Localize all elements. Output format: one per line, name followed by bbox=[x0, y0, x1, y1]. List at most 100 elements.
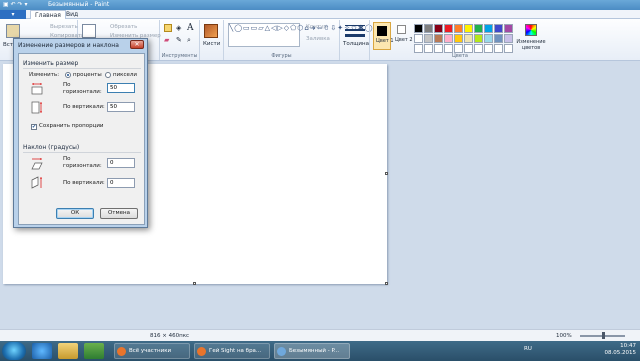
palette-swatch[interactable] bbox=[444, 24, 453, 33]
taskbar-task-1-label: Всё участники bbox=[129, 348, 172, 354]
crop-button[interactable]: Обрезать bbox=[110, 24, 137, 30]
zoom-slider-thumb[interactable] bbox=[602, 332, 605, 339]
palette-empty-swatch[interactable] bbox=[424, 44, 433, 53]
edit-colors-icon[interactable] bbox=[525, 24, 537, 36]
clock[interactable]: 10:47 08.05.2015 bbox=[605, 343, 637, 357]
palette-swatch[interactable] bbox=[424, 34, 433, 43]
pixels-radio[interactable] bbox=[105, 72, 111, 78]
paste-icon[interactable] bbox=[6, 24, 20, 38]
color1-button[interactable]: Цвет 1 bbox=[373, 22, 394, 50]
palette-swatch[interactable] bbox=[444, 34, 453, 43]
palette-swatch[interactable] bbox=[474, 24, 483, 33]
language-indicator[interactable]: RU bbox=[524, 346, 532, 352]
palette-empty-swatch[interactable] bbox=[474, 44, 483, 53]
taskbar-task-3-label: Безымянный - P... bbox=[289, 348, 340, 354]
palette-swatch[interactable] bbox=[474, 34, 483, 43]
palette-empty-swatch[interactable] bbox=[484, 44, 493, 53]
resize-separator bbox=[23, 68, 141, 69]
edit-colors-button[interactable]: Изменение цветов bbox=[516, 39, 546, 51]
keep-ratio-label: Сохранить пропорции bbox=[39, 123, 104, 129]
palette-empty-swatch[interactable] bbox=[414, 44, 423, 53]
thickness-button[interactable]: Толщина bbox=[343, 41, 369, 47]
palette-swatch[interactable] bbox=[494, 34, 503, 43]
firefox-icon bbox=[117, 347, 126, 356]
taskbar-task-2[interactable]: Гей Sight на бра... bbox=[194, 343, 270, 359]
palette-swatch[interactable] bbox=[504, 34, 513, 43]
quick-access-toolbar[interactable]: ▣ ↶ ↷ ▾ bbox=[3, 1, 43, 9]
palette-swatch[interactable] bbox=[464, 34, 473, 43]
eraser-icon[interactable]: ▰ bbox=[164, 36, 169, 44]
tab-home[interactable]: Главная bbox=[30, 10, 66, 19]
palette-swatch[interactable] bbox=[414, 24, 423, 33]
skew-separator bbox=[23, 152, 141, 153]
ok-button[interactable]: ОК bbox=[56, 208, 94, 219]
color1-label: Цвет 1 bbox=[376, 38, 394, 44]
resize-handle-bottom[interactable] bbox=[193, 282, 196, 285]
palette-swatch[interactable] bbox=[434, 24, 443, 33]
palette-swatch[interactable] bbox=[454, 24, 463, 33]
skew-vertical-input[interactable] bbox=[107, 178, 135, 188]
resize-by-label: Изменить: bbox=[29, 72, 60, 78]
color2-label: Цвет 2 bbox=[395, 37, 413, 43]
explorer-icon[interactable] bbox=[58, 343, 78, 359]
palette-swatch[interactable] bbox=[454, 34, 463, 43]
pixels-label: пиксели bbox=[113, 72, 137, 78]
palette-empty-swatch[interactable] bbox=[434, 44, 443, 53]
resize-vertical-label: По вертикали: bbox=[63, 104, 105, 110]
palette-empty-swatch[interactable] bbox=[504, 44, 513, 53]
brush-icon[interactable] bbox=[204, 24, 218, 38]
color-picker-icon[interactable]: ✎ bbox=[176, 36, 182, 44]
clock-time: 10:47 bbox=[620, 343, 636, 349]
palette-empty-swatch[interactable] bbox=[444, 44, 453, 53]
tools-group-label: Инструменты bbox=[161, 53, 198, 59]
palette-empty-swatch[interactable] bbox=[464, 44, 473, 53]
palette-swatch[interactable] bbox=[434, 34, 443, 43]
status-bar: 816 × 460пкс 100% bbox=[0, 329, 640, 341]
canvas-dimensions: 816 × 460пкс bbox=[150, 333, 190, 339]
resize-vertical-input[interactable] bbox=[107, 102, 135, 112]
resize-section-title: Изменить размер bbox=[23, 60, 79, 67]
horizontal-resize-icon bbox=[31, 82, 43, 95]
pencil-icon[interactable] bbox=[164, 24, 172, 32]
palette-swatch[interactable] bbox=[414, 34, 423, 43]
palette-swatch[interactable] bbox=[424, 24, 433, 33]
resize-handle-corner[interactable] bbox=[385, 282, 388, 285]
cancel-button[interactable]: Отмена bbox=[100, 208, 138, 219]
colors-group: Цвет 1 Цвет 2 Изменение цветов Цвета bbox=[370, 20, 640, 60]
color2-button[interactable]: Цвет 2 bbox=[394, 22, 413, 50]
magnifier-icon[interactable]: ⌕ bbox=[187, 36, 191, 45]
start-button[interactable] bbox=[2, 342, 26, 360]
outline-button[interactable]: Контур bbox=[306, 24, 327, 30]
palette-swatch[interactable] bbox=[484, 34, 493, 43]
fill-bucket-icon[interactable]: ◈ bbox=[176, 24, 181, 32]
thickness-line-1 bbox=[345, 25, 365, 26]
media-icon[interactable] bbox=[84, 343, 104, 359]
palette-swatch[interactable] bbox=[494, 24, 503, 33]
palette-empty-swatch[interactable] bbox=[454, 44, 463, 53]
brushes-group: Кисти bbox=[200, 20, 224, 60]
select-icon[interactable] bbox=[82, 24, 96, 38]
palette-swatch[interactable] bbox=[464, 24, 473, 33]
resize-handle-right[interactable] bbox=[385, 172, 388, 175]
dialog-close-button[interactable]: ✕ bbox=[130, 40, 144, 49]
cut-button[interactable]: Вырезать bbox=[50, 24, 78, 30]
skew-vertical-label: По вертикали: bbox=[63, 180, 105, 186]
brushes-button[interactable]: Кисти bbox=[203, 41, 220, 47]
text-tool-icon[interactable]: A bbox=[187, 23, 194, 33]
file-menu-button[interactable]: ▾ bbox=[0, 10, 26, 19]
palette-swatch[interactable] bbox=[504, 24, 513, 33]
taskbar-task-3[interactable]: Безымянный - P... bbox=[274, 343, 350, 359]
percent-radio[interactable] bbox=[65, 72, 71, 78]
skew-horizontal-input[interactable] bbox=[107, 158, 135, 168]
fill-button[interactable]: Заливка bbox=[306, 36, 330, 42]
taskbar-task-1[interactable]: Всё участники bbox=[114, 343, 190, 359]
skew-section-title: Наклон (градусы) bbox=[23, 144, 80, 151]
shapes-gallery[interactable]: ╲◯▭▭▱△◁▷◇⬠⬡⌂➜⇦⇧⇩✦✧✩✱◯◌◔ bbox=[228, 23, 387, 47]
resize-horizontal-input[interactable] bbox=[107, 83, 135, 93]
palette-empty-swatch[interactable] bbox=[494, 44, 503, 53]
ie-icon[interactable] bbox=[32, 343, 52, 359]
palette-swatch[interactable] bbox=[484, 24, 493, 33]
keep-ratio-checkbox[interactable]: ✔ bbox=[31, 124, 37, 130]
tab-view[interactable]: Вид bbox=[62, 10, 82, 19]
taskbar-task-2-label: Гей Sight на бра... bbox=[209, 348, 262, 354]
